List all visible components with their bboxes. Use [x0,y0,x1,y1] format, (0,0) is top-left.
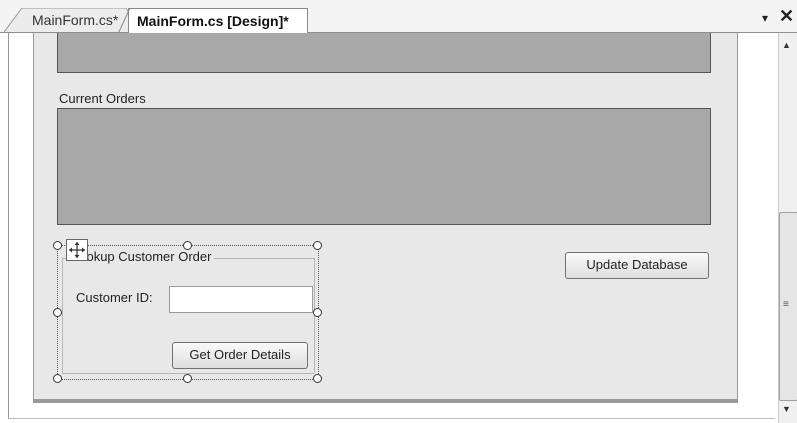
resize-handle-bottom-left[interactable] [53,374,62,383]
scrollbar-grip-icon: ≡ [783,299,789,310]
resize-handle-right[interactable] [313,308,322,317]
resize-handle-bottom[interactable] [183,374,192,383]
scroll-down-arrow-icon[interactable]: ▼ [782,404,791,414]
data-grid-top[interactable] [57,33,711,73]
tab-mainform-design[interactable]: MainForm.cs [Design]* [118,8,308,34]
selection-border [57,245,319,380]
current-orders-grid[interactable] [57,108,711,225]
tab-slant [118,8,130,34]
close-icon[interactable]: ✕ [779,6,794,26]
move-arrows [69,242,85,258]
dropdown-arrow-icon[interactable]: ▾ [762,11,768,25]
resize-handle-top-right[interactable] [313,241,322,250]
resize-handle-bottom-right[interactable] [313,374,322,383]
tab-mainform-design-label: MainForm.cs [Design]* [137,13,289,29]
resize-handle-top-left[interactable] [53,241,62,250]
resize-handle-top[interactable] [183,241,192,250]
resize-handle-left[interactable] [53,308,62,317]
scroll-up-arrow-icon[interactable]: ▲ [782,40,791,50]
move-icon[interactable] [66,239,88,261]
tab-mainform-cs-label: MainForm.cs* [32,12,119,28]
update-database-button[interactable]: Update Database [565,252,709,279]
current-orders-label: Current Orders [59,91,146,106]
